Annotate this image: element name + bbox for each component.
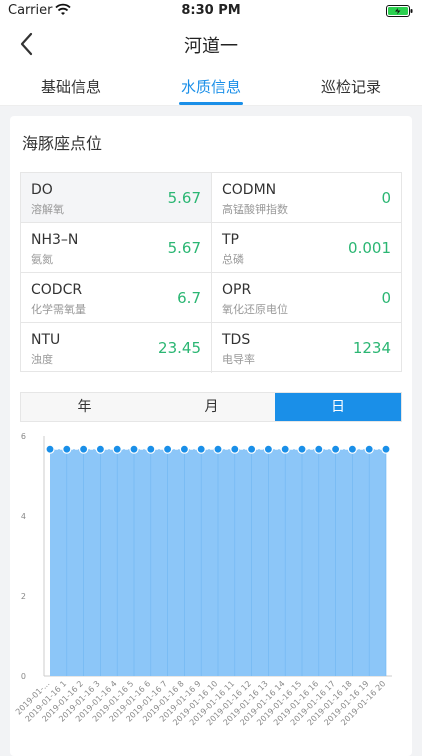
metric-code: CODMN (222, 182, 277, 198)
battery-icon (386, 5, 413, 17)
data-point (280, 444, 290, 454)
metric-cell-codcr: CODCR 化学需氧量 6.7 (21, 273, 211, 323)
segment-day[interactable]: 日 (275, 393, 401, 421)
y-tick-label: 6 (21, 432, 26, 441)
data-point (95, 444, 106, 454)
metric-value: 5.67 (167, 189, 201, 207)
metric-cell-nh3n: NH3–N 氨氮 5.67 (21, 223, 211, 273)
metric-code: TDS (222, 332, 251, 348)
metric-name: 浊度 (31, 353, 53, 366)
metrics-grid: DO 溶解氧 5.67 CODMN 高锰酸钾指数 0 NH3–N 氨氮 5.67… (20, 172, 402, 373)
data-point (78, 444, 89, 454)
data-point (62, 444, 72, 454)
metric-code: OPR (222, 282, 252, 298)
active-tab-indicator (179, 102, 243, 105)
data-point (314, 444, 324, 454)
tab-basic-info[interactable]: 基础信息 (28, 76, 114, 97)
data-point (163, 444, 173, 454)
station-title: 海豚座点位 (22, 134, 103, 153)
data-point (213, 444, 223, 454)
metric-cell-opr: OPR 氧化还原电位 0 (211, 273, 401, 323)
data-point (347, 444, 357, 454)
water-quality-chart: 02462019-01-...2019-01-16 12019-01-16 22… (14, 432, 392, 727)
metric-name: 化学需氧量 (31, 303, 86, 316)
clock: 8:30 PM (181, 3, 241, 18)
metric-value: 6.7 (177, 289, 201, 307)
metric-value: 0.001 (348, 239, 391, 257)
status-bar: Carrier 8:30 PM (0, 0, 422, 22)
tab-water-quality[interactable]: 水质信息 (168, 76, 254, 97)
data-point (381, 444, 391, 454)
data-point (146, 444, 156, 454)
segment-month[interactable]: 月 (148, 393, 275, 421)
y-tick-label: 4 (21, 512, 26, 521)
metric-code: CODCR (31, 282, 83, 298)
data-point (112, 444, 122, 454)
metric-value: 0 (381, 289, 391, 307)
y-tick-label: 2 (21, 592, 26, 601)
metric-cell-tds: TDS 电导率 1234 (211, 323, 401, 373)
metric-code: DO (31, 182, 53, 198)
metric-name: 电导率 (222, 353, 255, 366)
data-point (263, 444, 273, 454)
data-point (247, 444, 257, 454)
data-point (364, 444, 374, 454)
metric-cell-do: DO 溶解氧 5.67 (21, 173, 211, 223)
data-point (196, 444, 206, 454)
tab-inspection-records[interactable]: 巡检记录 (308, 76, 394, 97)
page-title: 河道一 (184, 36, 238, 57)
metric-name: 高锰酸钾指数 (222, 203, 288, 216)
period-segmented-control: 年 月 日 (20, 392, 402, 422)
segment-year[interactable]: 年 (21, 393, 148, 421)
data-point (179, 444, 189, 454)
metric-value: 5.67 (167, 239, 201, 257)
tab-bar: 基础信息 水质信息 巡检记录 (0, 66, 422, 106)
metric-name: 氧化还原电位 (222, 303, 288, 316)
data-point (230, 444, 240, 454)
metric-cell-tp: TP 总磷 0.001 (211, 223, 401, 273)
nav-bar: 河道一 (0, 22, 422, 66)
metric-cell-codmn: CODMN 高锰酸钾指数 0 (211, 173, 401, 223)
station-card: 海豚座点位 DO 溶解氧 5.67 CODMN 高锰酸钾指数 0 NH3–N 氨… (10, 116, 412, 756)
metric-name: 氨氮 (31, 253, 53, 266)
metric-code: NH3–N (31, 232, 79, 248)
metric-cell-ntu: NTU 浊度 23.45 (21, 323, 211, 373)
data-point (129, 444, 139, 454)
metric-name: 溶解氧 (31, 203, 64, 216)
metric-value: 1234 (352, 339, 391, 357)
metric-value: 23.45 (158, 339, 201, 357)
metric-value: 0 (381, 189, 391, 207)
y-tick-label: 0 (21, 672, 26, 681)
metric-code: NTU (31, 332, 61, 348)
metric-code: TP (222, 232, 239, 248)
data-point (297, 444, 307, 454)
metric-name: 总磷 (222, 253, 244, 266)
data-point (45, 444, 55, 454)
data-point (331, 444, 341, 454)
